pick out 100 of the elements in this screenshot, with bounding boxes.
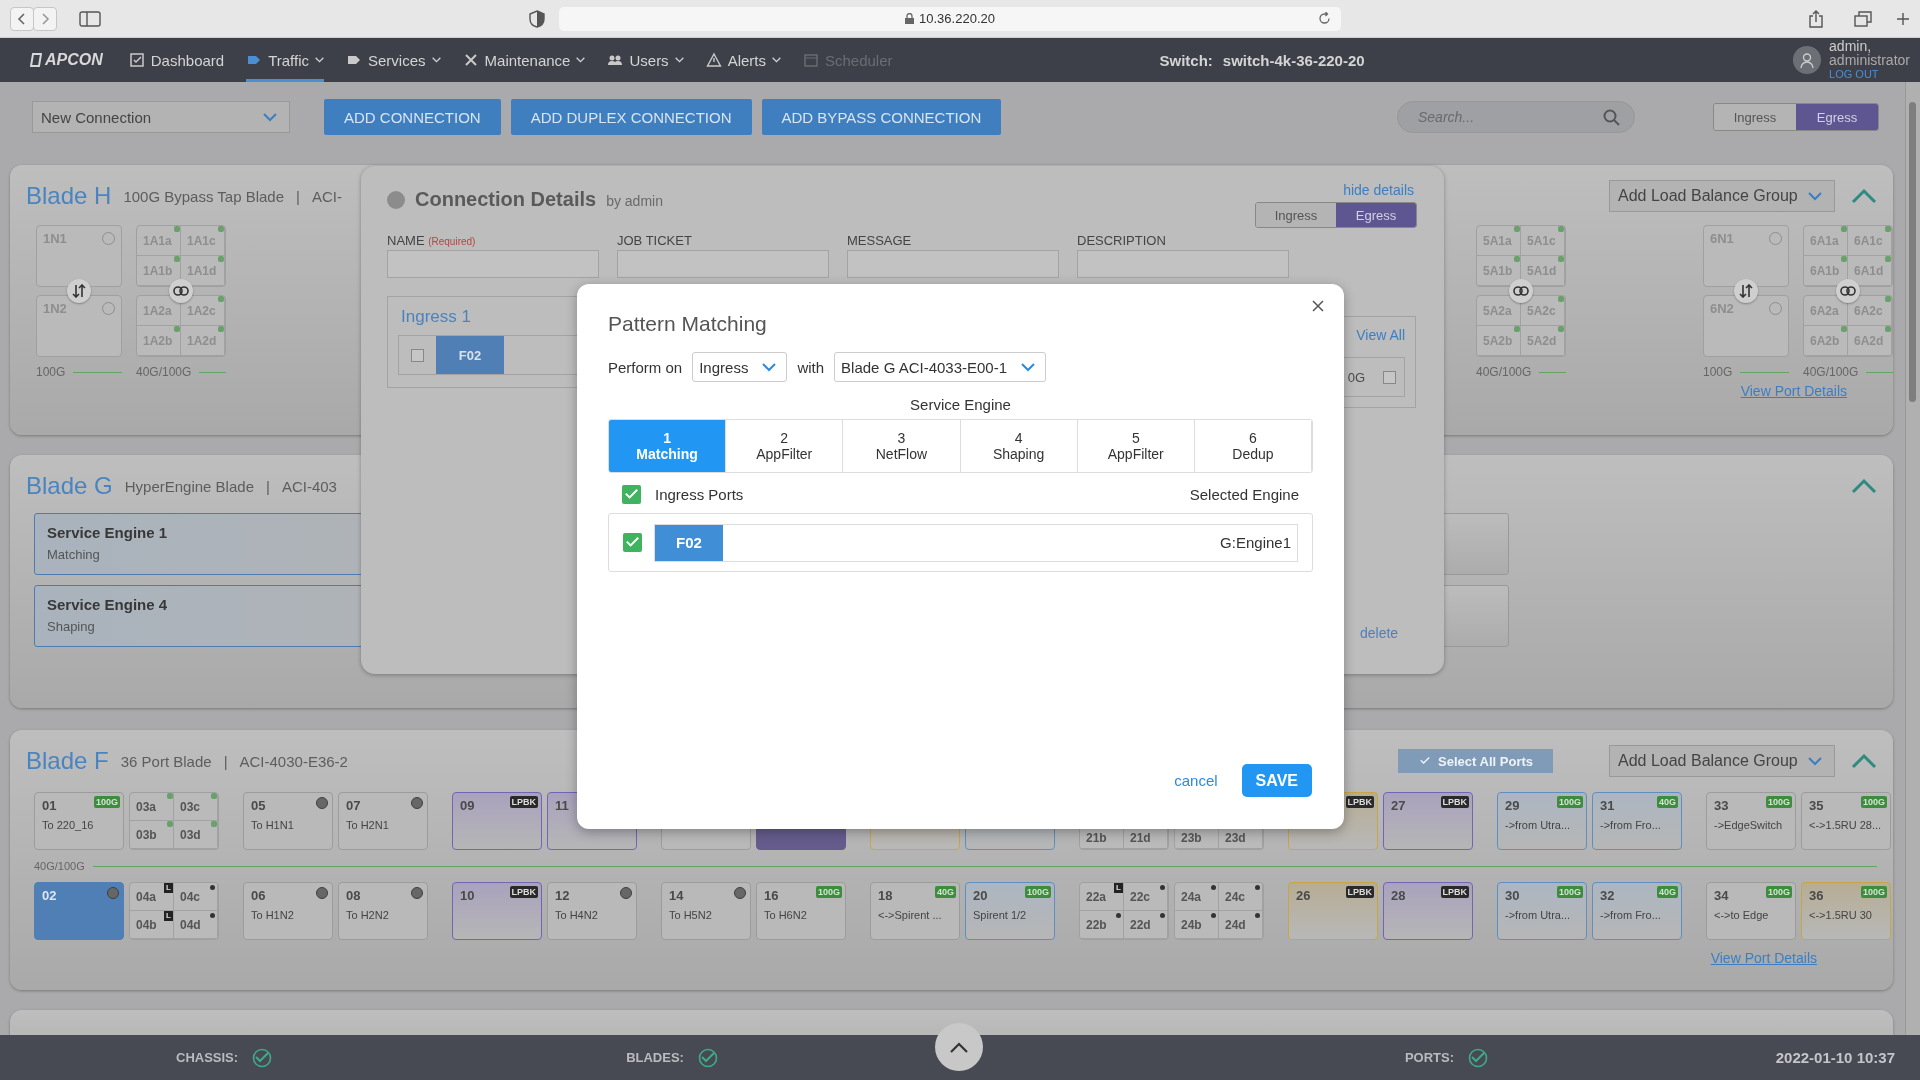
status-label: BLADES: <box>626 1050 684 1065</box>
port-tile[interactable]: 09 LPBK <box>452 792 542 850</box>
port-badge: 100G <box>93 796 120 808</box>
port-chip[interactable]: F02 <box>436 336 504 374</box>
engine-name: Service Engine 4 <box>47 596 169 613</box>
address-bar[interactable]: 10.36.220.20 <box>559 6 1341 31</box>
port-number: 05 <box>251 798 266 813</box>
port-tile[interactable]: 01 100G To 220_16 <box>34 792 124 850</box>
subport[interactable]: 24d <box>1219 911 1263 939</box>
port-badge: 40G <box>1657 886 1678 898</box>
logo[interactable]: APCON <box>30 51 103 69</box>
subport[interactable]: 04d <box>174 911 218 939</box>
engine-tab[interactable]: 1 Matching <box>609 420 727 472</box>
direction-toggle[interactable]: Egress <box>1336 203 1416 227</box>
connection-dropdown[interactable]: New Connection <box>32 101 290 133</box>
direction-toggle[interactable]: Ingress <box>1714 104 1796 130</box>
nav-item[interactable]: Users <box>607 38 684 82</box>
port-tile[interactable]: 02 <box>34 882 124 940</box>
port-badge: LPBK <box>509 796 538 808</box>
port-number: 11 <box>555 798 569 813</box>
port-tile[interactable]: 28 LPBK <box>1383 882 1473 940</box>
port-tile[interactable]: 35 100G <->1.5RU 28... <box>1801 792 1891 850</box>
port-chip[interactable]: F02 <box>655 524 723 561</box>
blade-title: Blade H <box>26 182 112 210</box>
blade-type: 100G Bypass Tap Blade <box>123 187 285 205</box>
load-balance-dropdown[interactable]: Add Load Balance Group <box>1609 745 1835 777</box>
subport[interactable]: 22c <box>1124 883 1168 911</box>
port-tile[interactable]: 36 100G <->1.5RU 30 <box>1801 882 1891 940</box>
port-tile[interactable]: 18 40G <->Spirent ... <box>870 882 960 940</box>
add-connection-button[interactable]: ADD DUPLEX CONNECTION <box>510 99 752 135</box>
nav-item[interactable]: Services <box>346 38 441 82</box>
select-all-button[interactable]: Select All Ports <box>1398 749 1553 773</box>
port-tile[interactable]: 12 To H4N2 <box>547 882 637 940</box>
switch-label: Switch: <box>1159 51 1213 69</box>
port-tile[interactable]: 06 To H1N2 <box>243 882 333 940</box>
load-balance-dropdown[interactable]: Add Load Balance Group <box>1609 180 1835 212</box>
save-button[interactable]: SAVE <box>1241 764 1312 797</box>
subport[interactable]: 24c <box>1219 883 1263 911</box>
port-tile[interactable]: 32 40G ->from Fro... <box>1592 882 1682 940</box>
port-label: To H1N1 <box>251 819 294 831</box>
port-label: To 220_16 <box>42 819 94 831</box>
port-number: 02 <box>42 888 57 903</box>
subport[interactable]: 22d <box>1124 911 1168 939</box>
port-tile[interactable]: 14 To H5N2 <box>661 882 751 940</box>
section-heading: Service Engine <box>909 396 1012 413</box>
port-label: <->to Edge <box>1714 909 1769 921</box>
subport[interactable]: 03c <box>174 793 218 821</box>
search-field[interactable]: Search... <box>1397 101 1635 133</box>
nav-item[interactable]: Alerts <box>705 38 781 82</box>
port-tile[interactable]: 33 100G ->EdgeSwitch <box>1706 792 1796 850</box>
subport[interactable]: 03b <box>130 821 174 849</box>
port-tile[interactable]: 08 To H2N2 <box>338 882 428 940</box>
port-tile[interactable]: 30 100G ->from Utra... <box>1497 882 1587 940</box>
subport[interactable]: 04a L <box>130 883 174 911</box>
port-tile[interactable]: 16 100G To H6N2 <box>756 882 846 940</box>
subport[interactable]: 03a <box>130 793 174 821</box>
blade-dropdown[interactable]: Blade G ACI-4033-E00-1 <box>834 352 1047 382</box>
logout-link[interactable]: LOG OUT <box>1829 67 1910 81</box>
subport[interactable]: 24b <box>1175 911 1219 939</box>
engine-name: Service Engine 1 <box>47 524 169 541</box>
port-tile[interactable]: 29 100G ->from Utra... <box>1497 792 1587 850</box>
speed-label: 100G <box>1703 365 1733 379</box>
port-label: To H2N2 <box>346 909 389 921</box>
speed-label: 40G/100G <box>136 365 192 379</box>
url-text: 10.36.220.20 <box>919 11 995 26</box>
subport[interactable]: 04c <box>174 883 218 911</box>
author-label: by admin <box>606 193 663 209</box>
delete-link[interactable]: delete <box>1360 625 1399 641</box>
subport[interactable]: 22a L <box>1080 883 1124 911</box>
port-tile[interactable]: 05 To H1N1 <box>243 792 333 850</box>
hide-details-link[interactable]: hide details <box>1343 182 1414 198</box>
blade-title: Blade G <box>26 472 113 500</box>
subport[interactable]: 04b L <box>130 911 174 939</box>
port-flag: L <box>164 883 173 893</box>
nav-item[interactable]: Maintenance <box>462 38 586 82</box>
port-label: ->from Utra... <box>1505 819 1571 831</box>
port-number: 10 <box>460 888 475 903</box>
add-connection-button[interactable]: ADD CONNECTION <box>324 99 501 135</box>
port-tile[interactable]: 20 100G Spirent 1/2 <box>965 882 1055 940</box>
direction-toggle[interactable]: Ingress <box>1256 203 1336 227</box>
port-tile[interactable]: 27 LPBK <box>1383 792 1473 850</box>
nav-item[interactable]: Dashboard <box>128 38 225 82</box>
subport[interactable]: 03d <box>174 821 218 849</box>
status-label: PORTS: <box>1404 1050 1455 1065</box>
panel-title: Connection Details <box>415 188 597 211</box>
port-tile[interactable]: 26 LPBK <box>1288 882 1378 940</box>
subport[interactable]: 24a <box>1175 883 1219 911</box>
view-all-link[interactable]: View All <box>1356 327 1405 343</box>
direction-toggle[interactable]: Egress <box>1796 104 1878 130</box>
port-speed: 0G <box>1347 369 1365 385</box>
cancel-link[interactable]: cancel <box>1174 772 1218 789</box>
port-tile[interactable]: 31 40G ->from Fro... <box>1592 792 1682 850</box>
direction-dropdown[interactable]: Ingress <box>692 352 788 382</box>
port-tile[interactable]: 34 100G <->to Edge <box>1706 882 1796 940</box>
subport[interactable]: 22b <box>1080 911 1124 939</box>
port-tile[interactable]: 07 To H2N1 <box>338 792 428 850</box>
switch-name: switch-4k-36-220-20 <box>1222 51 1365 69</box>
add-connection-button[interactable]: ADD BYPASS CONNECTION <box>761 99 1002 135</box>
separator: | <box>296 187 300 205</box>
port-tile[interactable]: 10 LPBK <box>452 882 542 940</box>
